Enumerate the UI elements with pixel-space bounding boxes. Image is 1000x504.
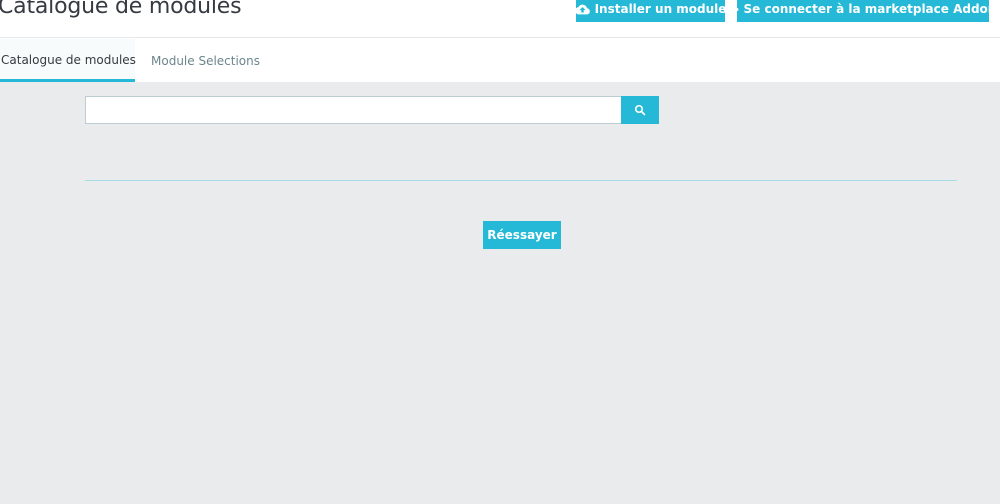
tab-bar: Catalogue de modules Module Selections <box>0 39 1000 82</box>
retry-button[interactable]: Réessayer <box>483 221 561 249</box>
search-input[interactable] <box>85 96 621 124</box>
install-module-label: Installer un module <box>594 2 727 16</box>
tab-module-selections[interactable]: Module Selections <box>151 39 260 82</box>
catalogue-content: Réessayer <box>0 82 1000 504</box>
connect-marketplace-button[interactable]: Se connecter à la marketplace Addons <box>723 0 1000 22</box>
page-header: Catalogue de modules Installer un module… <box>0 0 1000 38</box>
connect-marketplace-label: Se connecter à la marketplace Addons <box>743 2 1000 16</box>
page-title: Catalogue de modules <box>0 0 242 19</box>
content-divider <box>85 180 957 181</box>
search-icon <box>634 104 646 116</box>
tab-catalogue[interactable]: Catalogue de modules <box>0 39 136 82</box>
key-icon <box>723 4 739 14</box>
cloud-upload-icon <box>574 4 590 15</box>
install-module-button[interactable]: Installer un module <box>574 0 727 22</box>
search-button[interactable] <box>621 96 659 124</box>
